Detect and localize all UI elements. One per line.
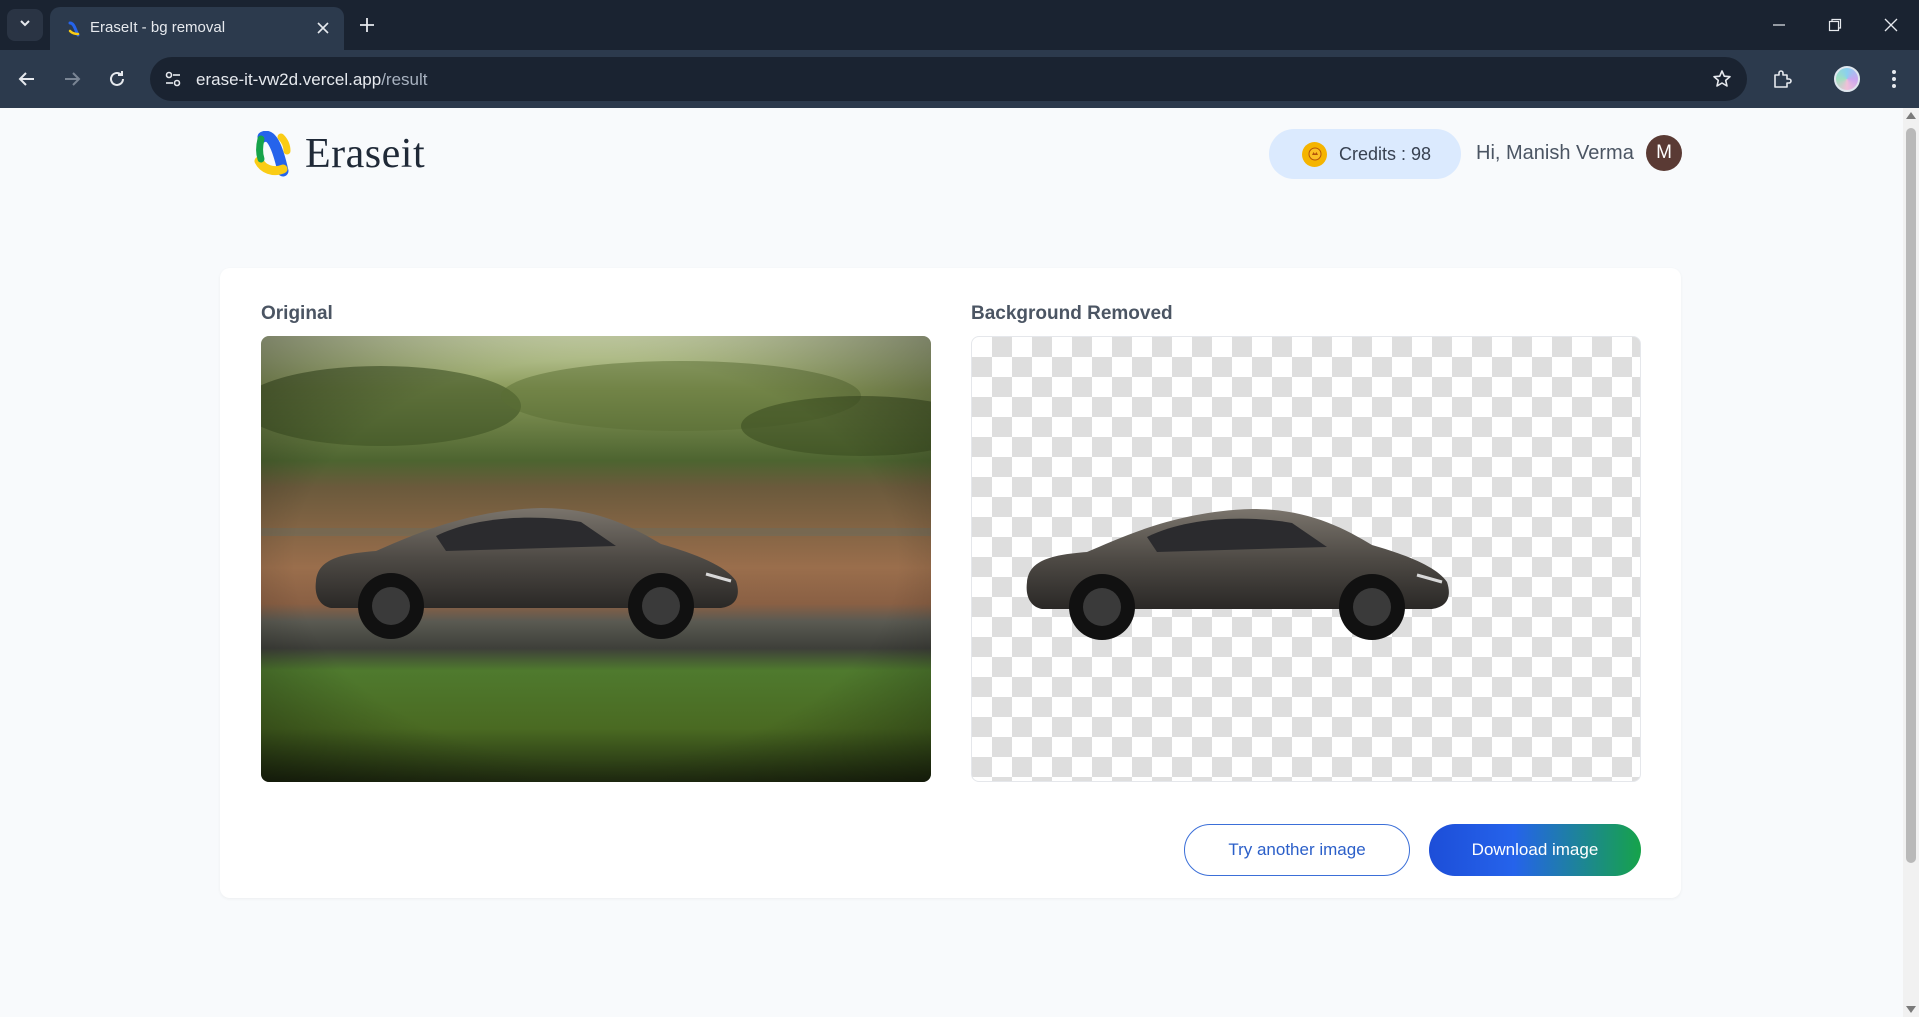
try-another-image-button[interactable]: Try another image — [1184, 824, 1410, 876]
extensions-puzzle-icon[interactable] — [1766, 63, 1798, 95]
removed-title: Background Removed — [971, 303, 1173, 324]
reload-icon[interactable] — [101, 63, 133, 95]
restore-window-icon[interactable] — [1807, 0, 1863, 50]
browser-toolbar: erase-it-vw2d.vercel.app/result — [0, 50, 1919, 108]
credits-badge[interactable]: Credits : 98 — [1269, 129, 1461, 179]
scroll-thumb[interactable] — [1906, 128, 1916, 863]
site-info-icon[interactable] — [160, 66, 186, 92]
scroll-down-arrow-icon[interactable] — [1906, 1006, 1916, 1013]
background-removed-image — [971, 336, 1641, 782]
eraseit-logo-icon — [253, 130, 293, 177]
minimize-window-icon[interactable] — [1751, 0, 1807, 50]
close-tab-icon[interactable] — [312, 17, 334, 39]
user-greeting: Hi, Manish Verma — [1476, 142, 1634, 164]
page-content: Eraseit Credits : 98 Hi, Manish Verma M … — [0, 108, 1903, 1017]
url-text: erase-it-vw2d.vercel.app/result — [196, 70, 428, 90]
tab-search-button[interactable] — [7, 9, 43, 41]
original-image — [261, 336, 931, 782]
eraseit-logo[interactable]: Eraseit — [253, 130, 425, 178]
result-card: Original Background Removed Try another … — [220, 268, 1681, 898]
url-host: erase-it-vw2d.vercel.app — [196, 70, 382, 89]
forward-arrow-icon[interactable] — [56, 63, 88, 95]
coin-icon — [1302, 141, 1327, 167]
new-tab-plus-icon[interactable] — [352, 10, 382, 40]
close-window-icon[interactable] — [1863, 0, 1919, 50]
original-title: Original — [261, 303, 333, 324]
page-scrollbar[interactable] — [1903, 108, 1919, 1017]
tab-title: EraseIt - bg removal — [90, 19, 226, 36]
chevron-down-icon — [18, 16, 32, 35]
user-avatar[interactable]: M — [1646, 135, 1682, 171]
credits-count: Credits : 98 — [1339, 143, 1432, 164]
eraseit-favicon-icon — [66, 21, 82, 37]
address-bar[interactable]: erase-it-vw2d.vercel.app/result — [150, 57, 1747, 101]
logo-text: Eraseit — [305, 131, 426, 177]
scroll-up-arrow-icon[interactable] — [1906, 112, 1916, 119]
profile-avatar-icon[interactable] — [1831, 63, 1863, 95]
browser-titlebar: EraseIt - bg removal — [0, 0, 1919, 50]
bookmark-star-icon[interactable] — [1711, 68, 1733, 90]
browser-tab-active[interactable]: EraseIt - bg removal — [50, 7, 344, 50]
download-image-button[interactable]: Download image — [1429, 824, 1641, 876]
url-path: /result — [381, 70, 428, 89]
back-arrow-icon[interactable] — [11, 63, 43, 95]
more-menu-icon[interactable] — [1878, 63, 1910, 95]
